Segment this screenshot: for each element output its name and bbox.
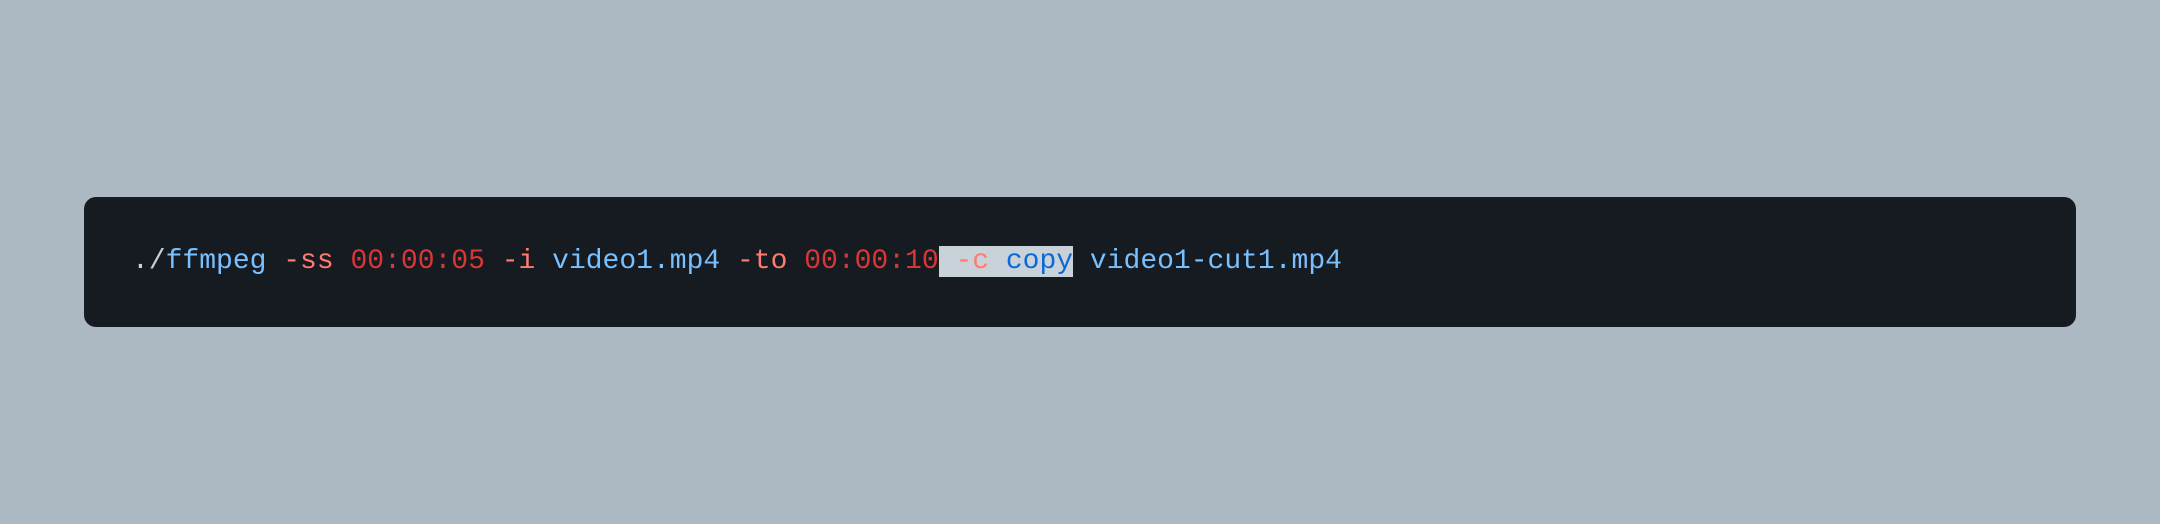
token-flag-to[interactable]: -to: [737, 246, 787, 277]
token-input-file[interactable]: video1.mp4: [552, 246, 720, 277]
code-block[interactable]: ./ffmpeg -ss 00:00:05 -i video1.mp4 -to …: [84, 197, 2076, 327]
token-flag-c[interactable]: -c: [955, 246, 989, 277]
token-command[interactable]: ffmpeg: [166, 246, 267, 277]
selection-leading-space: [939, 246, 956, 277]
selection-highlight[interactable]: -c copy: [939, 246, 1073, 277]
token-dot-slash[interactable]: ./: [132, 246, 166, 277]
token-flag-ss[interactable]: -ss: [283, 246, 333, 277]
token-time-ss[interactable]: 00:00:05: [350, 246, 484, 277]
token-time-to[interactable]: 00:00:10: [804, 246, 938, 277]
token-output-file[interactable]: video1-cut1.mp4: [1090, 246, 1342, 277]
token-copy[interactable]: copy: [1006, 246, 1073, 277]
token-flag-i[interactable]: -i: [502, 246, 536, 277]
